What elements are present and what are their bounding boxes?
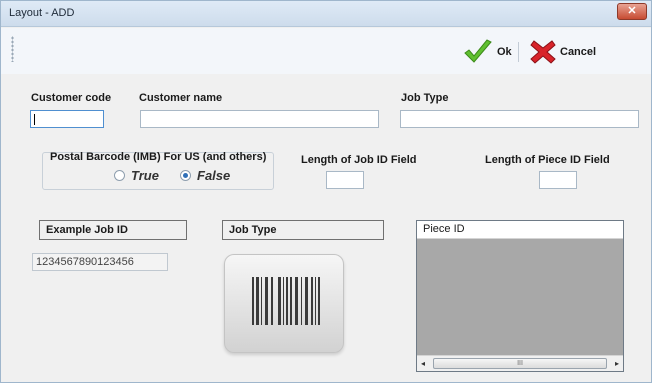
piece-id-length-input[interactable] xyxy=(539,171,577,189)
ok-label: Ok xyxy=(497,46,512,58)
window-title: Layout - ADD xyxy=(9,7,75,19)
radio-true[interactable]: True xyxy=(114,168,159,183)
job-id-length-label: Length of Job ID Field xyxy=(301,154,417,166)
radio-true-label: True xyxy=(131,168,159,183)
layout-add-window: Layout - ADD ✕ Ok Cancel Customer code C… xyxy=(0,0,652,383)
scroll-left-icon[interactable]: ◂ xyxy=(421,359,425,368)
radio-false[interactable]: False xyxy=(180,168,230,183)
radio-true-button[interactable] xyxy=(114,170,125,181)
toolbar: Ok Cancel xyxy=(1,28,651,74)
toolbar-separator xyxy=(518,42,519,62)
form-area: Customer code Customer name Job Type Pos… xyxy=(1,74,651,382)
job-type-input[interactable] xyxy=(400,110,639,128)
customer-name-label: Customer name xyxy=(139,92,223,104)
job-id-length-input[interactable] xyxy=(326,171,364,189)
customer-code-label: Customer code xyxy=(31,92,112,104)
close-button[interactable]: ✕ xyxy=(617,3,647,20)
example-job-id-header: Example Job ID xyxy=(39,220,187,240)
piece-id-column-header[interactable]: Piece ID xyxy=(417,221,623,239)
job-type-preview-header: Job Type xyxy=(222,220,384,240)
radio-false-label: False xyxy=(197,168,231,183)
red-x-icon xyxy=(530,40,556,64)
title-bar: Layout - ADD ✕ xyxy=(1,1,651,27)
scroll-thumb[interactable]: III xyxy=(433,358,607,369)
barcode-image xyxy=(224,254,344,353)
customer-name-input[interactable] xyxy=(140,110,379,128)
cancel-button[interactable]: Cancel xyxy=(530,39,596,65)
example-job-id-value: 1234567890123456 xyxy=(32,253,168,271)
ok-button[interactable]: Ok xyxy=(463,39,512,65)
customer-code-input[interactable] xyxy=(30,110,104,128)
postal-barcode-label: Postal Barcode (IMB) For US (and others) xyxy=(50,151,267,163)
toolbar-grip[interactable] xyxy=(11,36,14,62)
piece-id-list[interactable]: Piece ID ◂ III ▸ xyxy=(416,220,624,372)
radio-false-button[interactable] xyxy=(180,170,191,181)
text-caret xyxy=(34,114,35,125)
close-icon: ✕ xyxy=(627,5,637,17)
job-type-label: Job Type xyxy=(401,92,449,104)
piece-id-length-label: Length of Piece ID Field xyxy=(485,154,610,166)
cancel-label: Cancel xyxy=(560,46,597,58)
barcode-icon xyxy=(252,277,320,325)
horizontal-scrollbar[interactable]: ◂ III ▸ xyxy=(417,355,623,371)
scroll-right-icon[interactable]: ▸ xyxy=(615,359,619,368)
checkmark-icon xyxy=(464,39,492,63)
